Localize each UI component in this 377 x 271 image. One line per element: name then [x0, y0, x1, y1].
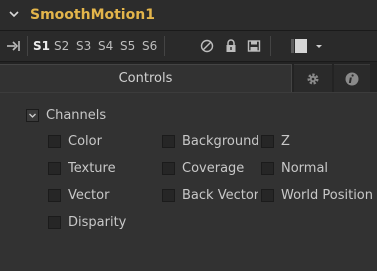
checkbox[interactable] [48, 216, 61, 229]
view-button-s1[interactable]: S1 [33, 38, 50, 54]
checkbox-label: Coverage [182, 161, 245, 176]
checkbox-vector[interactable]: Vector [48, 188, 153, 204]
checkbox-label: World Position [281, 188, 373, 203]
channels-group-label: Channels [46, 108, 107, 123]
checkbox-label: Back Vector [182, 188, 258, 203]
checkbox[interactable] [48, 162, 61, 175]
checkbox-label: Z [281, 134, 290, 149]
view-button-s4[interactable]: S4 [98, 38, 113, 54]
checkbox[interactable] [48, 135, 61, 148]
info-icon [345, 72, 359, 85]
tab-controls-label: Controls [118, 71, 173, 86]
checkbox-disparity[interactable]: Disparity [48, 215, 153, 231]
checkbox-label: Background [182, 134, 258, 149]
controls-content: Channels Color Texture Vector Disparity … [0, 92, 377, 271]
checkbox-coverage[interactable]: Coverage [162, 161, 258, 177]
disable-icon[interactable] [199, 38, 215, 54]
dropdown-chevron-icon[interactable] [314, 38, 330, 54]
checkbox[interactable] [48, 189, 61, 202]
checkbox-normal[interactable]: Normal [261, 161, 373, 177]
toolbar-divider [270, 36, 271, 56]
toolbar-divider [164, 36, 165, 56]
view-button-s3[interactable]: S3 [76, 38, 91, 54]
view-button-s6[interactable]: S6 [142, 38, 157, 54]
checkbox-back-vector[interactable]: Back Vector [162, 188, 258, 204]
checkbox[interactable] [261, 189, 274, 202]
tool-title: SmoothMotion1 [30, 7, 155, 23]
checkbox[interactable] [26, 109, 39, 122]
view-button-s2[interactable]: S2 [54, 38, 69, 54]
checkbox-color[interactable]: Color [48, 134, 153, 150]
gear-icon [307, 73, 319, 84]
checkbox[interactable] [162, 189, 175, 202]
tool-header[interactable]: SmoothMotion1 [0, 0, 377, 31]
tab-settings[interactable] [294, 64, 332, 92]
tab-controls[interactable]: Controls [0, 64, 292, 92]
checkbox[interactable] [162, 135, 175, 148]
checkbox-texture[interactable]: Texture [48, 161, 153, 177]
checkbox-label: Disparity [68, 215, 127, 230]
checkbox-z[interactable]: Z [261, 134, 373, 150]
checkbox-background[interactable]: Background [162, 134, 258, 150]
tool-toolbar: S1 S2 S3 S4 S5 S6 [0, 31, 377, 62]
checkbox-label: Texture [68, 161, 116, 176]
checkbox-label: Color [68, 134, 102, 149]
inspector-panel: SmoothMotion1 S1 S2 S3 S4 S5 S6 Controls… [0, 0, 377, 271]
color-swatch-icon[interactable] [291, 38, 313, 54]
checkbox-label: Vector [68, 188, 110, 203]
checkbox-world-position[interactable]: World Position [261, 188, 373, 204]
save-icon[interactable] [246, 38, 262, 54]
pin-icon[interactable] [6, 38, 22, 54]
channels-group-checkbox[interactable]: Channels [26, 108, 146, 124]
checkbox[interactable] [162, 162, 175, 175]
toolbar-divider [27, 36, 28, 56]
checkbox[interactable] [261, 135, 274, 148]
collapse-chevron-icon[interactable] [6, 6, 22, 22]
checkbox[interactable] [261, 162, 274, 175]
view-button-s5[interactable]: S5 [120, 38, 135, 54]
lock-icon[interactable] [223, 38, 239, 54]
inspector-tabs: Controls [0, 62, 377, 92]
tab-info[interactable] [334, 64, 370, 92]
checkbox-label: Normal [281, 161, 329, 176]
